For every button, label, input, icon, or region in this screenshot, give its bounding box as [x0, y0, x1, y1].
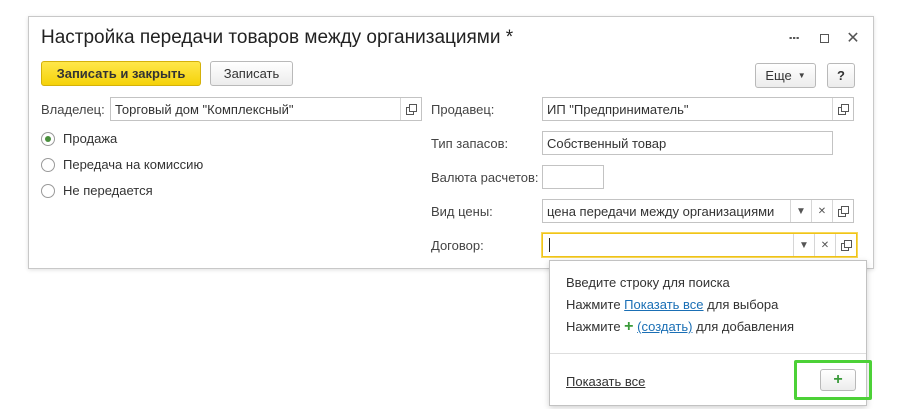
close-icon[interactable]: ✕ [844, 29, 862, 47]
stock-type-value: Собственный товар [547, 135, 667, 151]
more-vert-icon[interactable]: ⋮ [785, 29, 803, 47]
owner-value: Торговый дом "Комплексный" [115, 101, 294, 117]
popup-hint2-suffix: для выбора [703, 297, 779, 312]
price-type-value: цена передачи между организациями [547, 203, 775, 219]
owner-label: Владелец: [41, 102, 105, 117]
popup-hint3-prefix: Нажмите [566, 319, 625, 334]
clear-icon[interactable]: ✕ [811, 200, 832, 222]
radio-commission[interactable]: Передача на комиссию [41, 157, 203, 172]
open-icon[interactable] [832, 200, 853, 222]
radio-not-transferred[interactable]: Не передается [41, 183, 153, 198]
more-button[interactable]: Еще ▼ [755, 63, 816, 88]
radio-not-transferred-label: Не передается [63, 183, 153, 198]
open-icon[interactable] [832, 98, 853, 120]
price-type-field[interactable]: цена передачи между организациями ▼ ✕ [542, 199, 854, 223]
stock-type-field[interactable]: Собственный товар [542, 131, 833, 155]
price-type-label: Вид цены: [431, 204, 493, 219]
seller-field[interactable]: ИП "Предприниматель" [542, 97, 854, 121]
currency-label: Валюта расчетов: [431, 170, 539, 185]
save-and-close-button[interactable]: Записать и закрыть [41, 61, 201, 86]
contract-field[interactable]: ▼ ✕ [542, 233, 857, 257]
contract-label: Договор: [431, 238, 484, 253]
create-inline-link[interactable]: (создать) [637, 319, 692, 334]
radio-sale-indicator [41, 131, 55, 146]
owner-field[interactable]: Торговый дом "Комплексный" [110, 97, 422, 121]
open-icon[interactable] [400, 98, 421, 120]
clear-icon[interactable]: ✕ [814, 234, 835, 256]
save-button[interactable]: Записать [210, 61, 293, 86]
maximize-icon[interactable] [815, 29, 833, 47]
popup-hint-create: Нажмите + (создать) для добавления [566, 318, 794, 336]
show-all-link[interactable]: Показать все [566, 374, 645, 389]
popup-hint-show-all: Нажмите Показать все для выбора [566, 297, 778, 312]
seller-label: Продавец: [431, 102, 495, 117]
currency-field[interactable] [542, 165, 604, 189]
popup-hint-search: Введите строку для поиска [566, 275, 730, 290]
radio-commission-indicator [41, 157, 55, 172]
more-button-label: Еще [765, 68, 792, 83]
plus-icon: + [624, 318, 634, 335]
window-title: Настройка передачи товаров между организ… [41, 27, 514, 48]
show-all-inline-link[interactable]: Показать все [624, 297, 703, 312]
popup-hint3-suffix: для добавления [692, 319, 794, 334]
popup-divider [550, 353, 866, 354]
help-button[interactable]: ? [827, 63, 855, 88]
highlight-frame [794, 360, 872, 400]
radio-commission-label: Передача на комиссию [63, 157, 204, 172]
chevron-down-icon: ▼ [797, 71, 806, 80]
chevron-down-icon[interactable]: ▼ [793, 234, 814, 256]
settings-window: Настройка передачи товаров между организ… [28, 16, 874, 269]
open-icon[interactable] [835, 234, 856, 256]
radio-not-transferred-indicator [41, 183, 55, 198]
chevron-down-icon[interactable]: ▼ [790, 200, 811, 222]
popup-hint2-prefix: Нажмите [566, 297, 625, 312]
stock-type-label: Тип запасов: [431, 136, 509, 151]
radio-sale-label: Продажа [63, 131, 118, 146]
radio-sale[interactable]: Продажа [41, 131, 117, 146]
text-cursor [549, 238, 550, 252]
seller-value: ИП "Предприниматель" [547, 101, 689, 117]
